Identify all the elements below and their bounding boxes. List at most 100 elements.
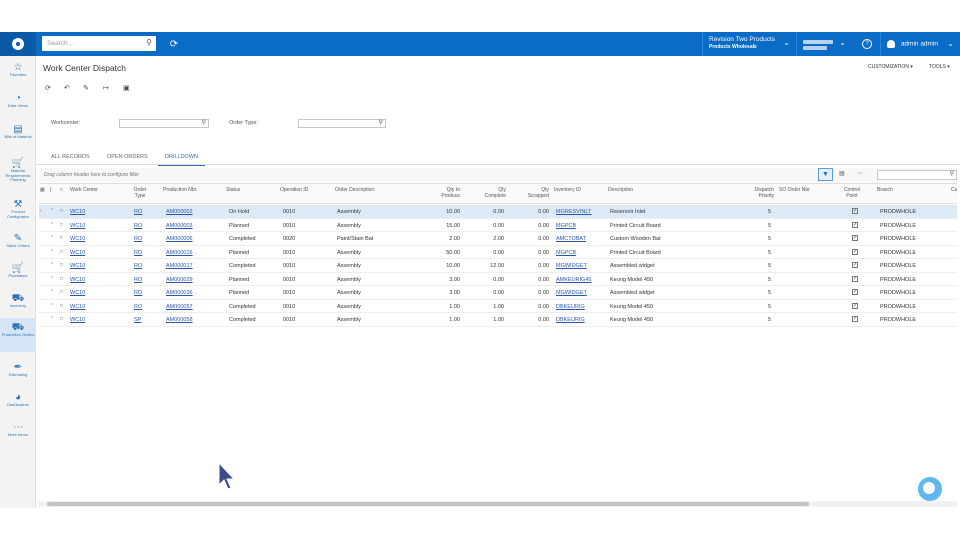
col-branch[interactable]: Branch — [877, 187, 893, 194]
col-status[interactable]: Status — [226, 187, 240, 194]
inventory-id-link[interactable]: MGWIDGET — [556, 263, 587, 269]
attachment-icon[interactable]: ⌃ — [50, 208, 54, 214]
control-point-checkbox[interactable]: ✓ — [852, 221, 858, 228]
order-type-link[interactable]: RO — [134, 250, 142, 256]
order-type-link[interactable]: RO — [134, 223, 142, 229]
col-qty-to-produce[interactable]: Qty to Produce — [434, 187, 460, 199]
sidebar-item-purchases[interactable]: 🛒 Purchases — [0, 263, 36, 279]
production-nbr-link[interactable]: AM000036 — [166, 290, 193, 296]
sidebar-item-inventory[interactable]: ⛟ Inventory — [0, 293, 36, 309]
table-row[interactable]: ⌃ □ WC10 RO AM000003 Planned 0010 Assembly 15.00… — [39, 219, 957, 232]
col-dispatch-priority[interactable]: Dispatch Priority — [744, 187, 774, 199]
attachment-icon[interactable]: ⌃ — [50, 289, 54, 295]
search-icon[interactable]: ⚲ — [202, 119, 206, 126]
inventory-id-link[interactable]: DBKEURIG — [556, 304, 585, 310]
attachment-icon[interactable]: ⌃ — [50, 262, 54, 268]
tools-menu[interactable]: TOOLS ▾ — [929, 64, 950, 70]
sidebar-item-more-items[interactable]: ⋯ More Items — [0, 422, 36, 438]
note-icon[interactable]: □ — [60, 289, 63, 295]
order-type-link[interactable]: RO — [134, 263, 142, 269]
col-order-description[interactable]: Order Description — [335, 187, 374, 194]
col-inventory-id[interactable]: Inventory ID — [554, 187, 581, 194]
order-type-link[interactable]: RO — [134, 209, 142, 215]
attachment-icon[interactable]: ⌃ — [50, 249, 54, 255]
note-icon[interactable]: □ — [60, 276, 63, 282]
col-cu[interactable]: Cu — [951, 187, 957, 194]
attachment-icon[interactable]: ⌃ — [50, 235, 54, 241]
search-icon[interactable]: ⚲ — [379, 119, 383, 126]
production-nbr-link[interactable]: AM000017 — [166, 263, 193, 269]
refresh-icon[interactable]: ⟳ — [45, 84, 51, 92]
export-excel-icon[interactable]: ▣ — [123, 84, 130, 92]
note-icon[interactable]: □ — [60, 222, 63, 228]
production-nbr-link[interactable]: AM000003 — [166, 223, 193, 229]
col-description[interactable]: Description — [608, 187, 633, 194]
order-type-link[interactable]: RO — [134, 304, 142, 310]
workcenter-field[interactable]: ⚲ — [119, 119, 209, 128]
sidebar-item-mrp[interactable]: 🛒 Material Requirements Planning — [0, 158, 36, 183]
attachment-icon[interactable]: ⌃ — [50, 303, 54, 309]
sidebar-item-bills-of-material[interactable]: ▤ Bills of Material — [0, 124, 36, 140]
search-icon[interactable]: ⚲ — [146, 38, 152, 47]
control-point-checkbox[interactable]: ✓ — [852, 289, 858, 295]
row-selector-icon[interactable]: ▦ — [40, 187, 45, 193]
work-center-link[interactable]: WC10 — [70, 236, 85, 242]
control-point-checkbox[interactable]: ✓ — [852, 235, 858, 241]
search-icon[interactable]: ⚲ — [950, 170, 954, 177]
inventory-id-link[interactable]: DBKEURIG — [556, 317, 585, 323]
global-search-input[interactable]: Search... ⚲ — [42, 36, 156, 51]
app-logo[interactable] — [0, 32, 36, 56]
sidebar-item-estimating[interactable]: ✒ Estimating — [0, 362, 36, 378]
attachment-icon[interactable]: ⌃ — [50, 222, 54, 228]
order-type-field[interactable]: ⚲ — [298, 119, 386, 128]
work-center-link[interactable]: WC10 — [70, 290, 85, 296]
control-point-checkbox[interactable]: ✓ — [852, 262, 858, 268]
col-so-order-nbr[interactable]: SO Order Nbr — [779, 187, 810, 194]
table-row[interactable]: › ⌃ □ WC10 RO AM000002 On Hold 0010 Assembly 10.0… — [39, 205, 957, 219]
order-type-link[interactable]: RO — [134, 236, 142, 242]
table-row[interactable]: ⌃ □ WC10 RO AM000029 Planned 0010 Assembly 3.00 0… — [39, 273, 957, 286]
note-icon[interactable]: □ — [60, 303, 63, 309]
control-point-checkbox[interactable]: ✓ — [852, 208, 858, 214]
sidebar-item-sales-orders[interactable]: ✎ Sales Orders — [0, 233, 36, 249]
col-production-nbr[interactable]: Production Nbr. — [163, 187, 197, 194]
control-point-checkbox[interactable]: ✓ — [852, 302, 858, 309]
order-type-link[interactable]: RO — [134, 290, 142, 296]
production-nbr-link[interactable]: AM000016 — [166, 250, 193, 256]
control-point-checkbox[interactable]: ✓ — [852, 316, 858, 322]
note-icon[interactable]: □ — [60, 208, 63, 214]
note-icon[interactable]: □ — [60, 316, 63, 322]
fit-columns-icon[interactable]: ↦ — [103, 84, 109, 92]
work-center-link[interactable]: WC10 — [70, 277, 85, 283]
table-row[interactable]: ⌃ □ WC10 RO AM000016 Planned 0010 Assembly 50.00… — [39, 246, 957, 259]
table-row[interactable]: ⌃ □ WC10 RO AM000057 Completed 0010 Assembly 1.0… — [39, 300, 957, 313]
control-point-checkbox[interactable]: ✓ — [852, 275, 858, 282]
col-qty-scrapped[interactable]: Qty Scrapped — [523, 187, 549, 199]
sidebar-item-product-configurator[interactable]: ⚒ Product Configurator — [0, 199, 36, 219]
order-type-link[interactable]: SP — [134, 317, 141, 323]
help-icon[interactable]: ? — [858, 35, 876, 53]
inventory-id-link[interactable]: MGPCB — [556, 250, 576, 256]
table-row[interactable]: ⌃ □ WC10 SP AM000058 Completed 0010 Assembly 1.0… — [39, 313, 957, 327]
attachment-icon[interactable]: ⌃ — [50, 276, 54, 282]
table-row[interactable]: ⌃ □ WC10 RO AM000017 Completed 0010 Assembly 10.… — [39, 259, 957, 273]
save-layout-icon[interactable]: ▤ — [839, 170, 845, 177]
col-work-center[interactable]: Work Center — [70, 187, 98, 194]
inventory-id-link[interactable]: MGRESVINLT — [556, 209, 591, 215]
filter-button[interactable]: ▼ — [818, 168, 833, 181]
scrollbar-thumb[interactable] — [47, 502, 809, 506]
sidebar-item-favorites[interactable]: ☆ Favorites — [0, 62, 36, 78]
col-order-type[interactable]: Order Type — [130, 187, 150, 199]
tab-all-records[interactable]: ALL RECORDS — [51, 154, 90, 164]
note-icon[interactable]: □ — [60, 262, 63, 268]
user-menu[interactable]: admin admin ⌄ — [880, 32, 960, 56]
production-nbr-link[interactable]: AM000006 — [166, 236, 193, 242]
company-selector[interactable]: Revision Two Products Products Wholesale… — [702, 32, 796, 56]
more-options-icon[interactable]: ⋯ — [857, 170, 863, 177]
production-nbr-link[interactable]: AM000029 — [166, 277, 193, 283]
control-point-checkbox[interactable]: ✓ — [852, 248, 858, 255]
tab-open-orders[interactable]: OPEN ORDERS — [107, 154, 148, 164]
production-nbr-link[interactable]: AM000057 — [166, 304, 193, 310]
note-icon[interactable]: □ — [60, 235, 63, 241]
work-center-link[interactable]: WC10 — [70, 263, 85, 269]
